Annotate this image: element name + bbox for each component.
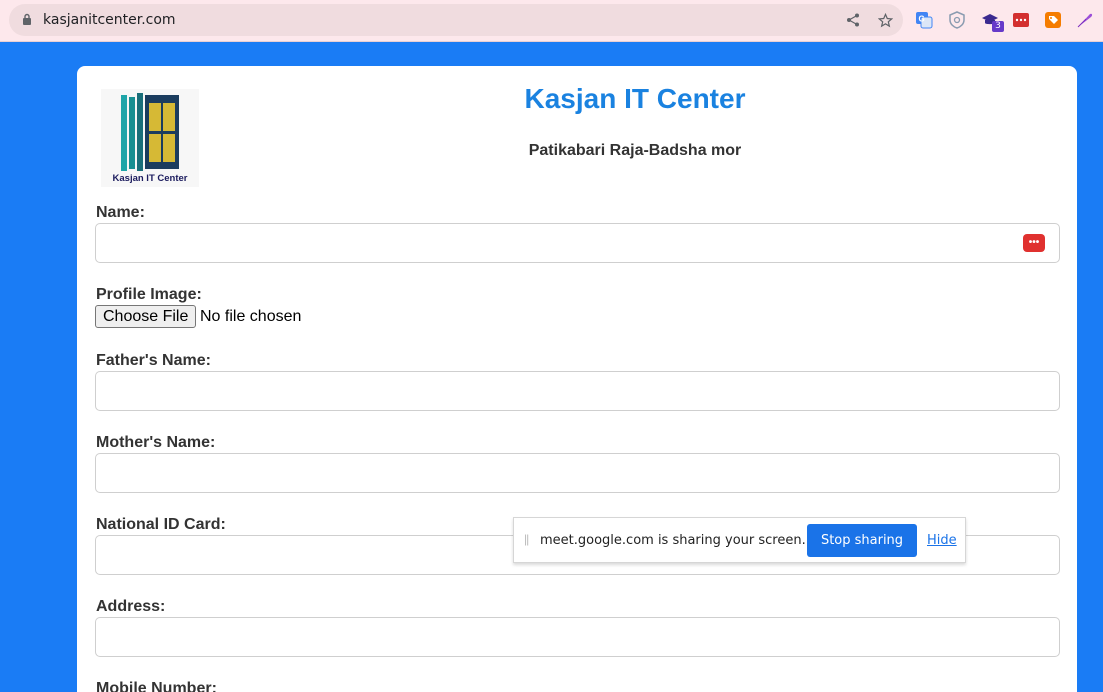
name-field[interactable]: ••• (95, 223, 1060, 263)
cap-extension-icon[interactable]: 3 (980, 10, 1004, 32)
autofill-key-icon[interactable]: ••• (1023, 234, 1045, 252)
translate-extension-icon[interactable]: G (914, 10, 934, 30)
father-name-label: Father's Name: (96, 352, 211, 369)
choose-file-button[interactable]: Choose File (95, 305, 197, 328)
mobile-label: Mobile Number: (96, 680, 217, 692)
star-icon[interactable] (876, 11, 894, 29)
url-text[interactable]: kasjanitcenter.com (43, 12, 176, 28)
mother-name-field[interactable] (95, 453, 1060, 493)
mother-name-label: Mother's Name: (96, 434, 216, 451)
lock-icon[interactable] (22, 13, 32, 26)
address-bar[interactable]: kasjanitcenter.com (9, 4, 903, 36)
page-subtitle: Patikabari Raja-Badsha mor (528, 142, 742, 159)
profile-image-label: Profile Image: (96, 286, 202, 303)
registration-card: Kasjan IT Center Kasjan IT Center Patika… (77, 66, 1077, 692)
site-logo: Kasjan IT Center (101, 89, 199, 187)
hide-link[interactable]: Hide (927, 533, 957, 548)
father-name-field[interactable] (95, 371, 1060, 411)
screen-share-bar: || meet.google.com is sharing your scree… (513, 517, 966, 563)
browser-toolbar: kasjanitcenter.com G 3 (0, 0, 1103, 42)
shield-extension-icon[interactable] (947, 10, 967, 30)
password-manager-icon[interactable] (1011, 10, 1031, 30)
nid-label: National ID Card: (96, 516, 226, 533)
name-label: Name: (96, 204, 145, 221)
share-message: meet.google.com is sharing your screen. (540, 533, 806, 548)
extension-badge: 3 (992, 21, 1004, 32)
drag-handle-icon[interactable]: || (524, 532, 529, 546)
stop-sharing-button[interactable]: Stop sharing (807, 524, 917, 557)
address-label: Address: (96, 598, 166, 615)
file-status-text: No file chosen (200, 308, 302, 325)
tag-extension-icon[interactable] (1043, 10, 1063, 30)
page-title: Kasjan IT Center (524, 83, 746, 114)
feather-extension-icon[interactable] (1075, 10, 1095, 30)
address-field[interactable] (95, 617, 1060, 657)
share-icon[interactable] (844, 11, 862, 29)
logo-caption: Kasjan IT Center (112, 173, 188, 184)
svg-text:G: G (919, 15, 925, 24)
